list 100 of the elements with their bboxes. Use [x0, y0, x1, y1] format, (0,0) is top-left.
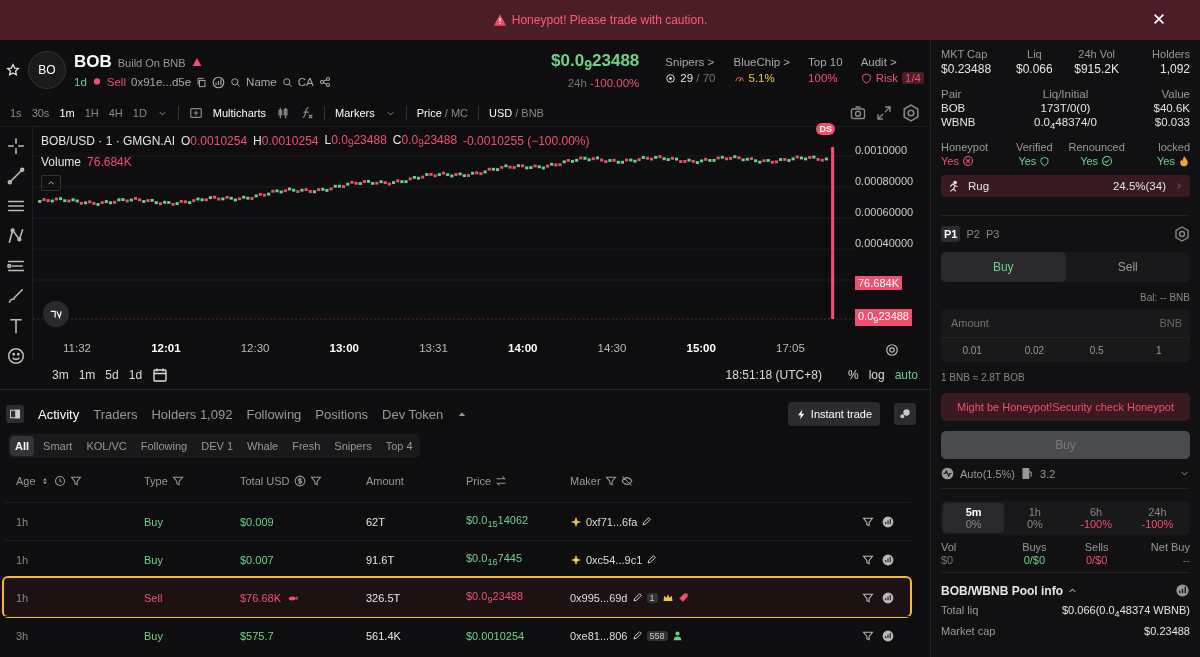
trader-filter-chip[interactable]: Snipers [329, 436, 377, 456]
interval-tab[interactable]: 1s [10, 107, 22, 119]
price-mode-toggle[interactable]: Price [416, 107, 442, 119]
audit-value: Yes [1157, 155, 1175, 168]
token-price: $0.0$_{9}$23488 [551, 51, 640, 74]
quick-amount-button[interactable]: 0.01 [941, 344, 1004, 356]
currency-toggle[interactable]: BNB [521, 107, 544, 119]
filter-icon [862, 553, 874, 566]
trader-filter-chip[interactable]: All [10, 436, 35, 456]
audit-value: Yes [941, 155, 959, 168]
stat-label[interactable]: Top 10 [808, 56, 843, 68]
settings-icon [1174, 226, 1190, 243]
column-header[interactable]: Amount [366, 475, 404, 487]
interval-tab[interactable]: 1H [84, 107, 99, 119]
instant-trade-button[interactable]: Instant trade [787, 402, 880, 426]
multicharts-button[interactable]: Multicharts [212, 107, 267, 119]
shield-icon [860, 72, 872, 84]
activity-tab[interactable]: Following [246, 406, 302, 422]
settings-icon [902, 104, 920, 122]
markers-dropdown[interactable]: Markers [335, 107, 375, 119]
chart-logo-icon [882, 629, 894, 642]
price-change: -100.00% [590, 76, 640, 89]
maker-address[interactable]: 0xc54...9c1 [586, 553, 643, 566]
preset-tab[interactable]: P3 [985, 228, 1000, 241]
maker-address[interactable]: 0x995...69d [570, 591, 628, 604]
maker-address[interactable]: 0xf71...6fa [586, 515, 638, 528]
interval-tab[interactable]: 30s [31, 107, 50, 119]
trade-row[interactable]: 3h Buy $575.7 561.4K $0.0010254 0xe81...806 558 [4, 616, 910, 654]
column-header[interactable]: Price [466, 475, 492, 487]
activity-tab[interactable]: Traders [93, 406, 138, 422]
pool-info-title[interactable]: BOB/WBNB Pool info [941, 583, 1063, 598]
gas-setting[interactable]: 3.2 [1040, 467, 1056, 480]
text-tool-icon [7, 317, 25, 335]
activity-tab[interactable]: Dev Token [382, 406, 444, 422]
pool-label: Total liq [941, 604, 979, 619]
trade-row[interactable]: 1h Sell $76.68K 326.5T $0.0$_{9}$23488 0x995...69d 1 [4, 578, 910, 616]
bubble-map-button[interactable] [894, 403, 916, 425]
scale-option[interactable]: auto [894, 368, 918, 382]
maker-address[interactable]: 0xe81...806 [570, 629, 628, 642]
range-button[interactable]: 1m [78, 368, 96, 382]
search-link[interactable]: Name [246, 76, 277, 88]
stat-label[interactable]: BlueChip > [733, 56, 791, 68]
time-axis-label: 13:00 [329, 342, 359, 354]
range-button[interactable]: 5d [105, 368, 119, 382]
stat-label[interactable]: Audit > [860, 56, 924, 68]
period-tab[interactable]: 5m 0% [943, 503, 1005, 534]
stat-value: Risk [875, 72, 898, 84]
amount-unit: BNB [1159, 317, 1182, 330]
rug-bar[interactable]: Rug 24.5%(34) [941, 175, 1190, 198]
interval-tab[interactable]: 1D [132, 107, 147, 119]
preset-tab[interactable]: P1 [941, 226, 961, 243]
total-cell: $0.007 [240, 553, 274, 566]
chart-legend: BOB/USD · 1 · GMGN.AI [41, 134, 175, 149]
shield-icon [1039, 155, 1051, 167]
column-header[interactable]: Maker [570, 475, 601, 487]
trade-side-tab[interactable]: Sell [1065, 252, 1190, 283]
quick-amount-button[interactable]: 0.02 [1003, 344, 1066, 356]
interval-tab[interactable]: 1m [59, 107, 75, 119]
slippage-setting[interactable]: Auto(1.5%) [960, 467, 1016, 480]
column-header[interactable]: Total USD [240, 475, 290, 487]
stat-label[interactable]: Snipers > [665, 56, 716, 68]
period-tab[interactable]: 1h 0% [1004, 503, 1066, 534]
preset-tab[interactable]: P2 [966, 228, 980, 241]
column-header[interactable]: Age [16, 475, 36, 487]
trader-filter-chip[interactable]: DEV 1 [196, 436, 239, 456]
panel-toggle-button[interactable] [6, 405, 24, 423]
trader-filter-chip[interactable]: Smart [38, 436, 78, 456]
quick-amount-button[interactable]: 0.5 [1065, 344, 1128, 356]
trader-filter-chip[interactable]: Whale [242, 436, 284, 456]
flow-label: Vol [941, 541, 958, 554]
trader-filter-chip[interactable]: Top 4 [380, 436, 418, 456]
activity-tab[interactable]: Holders 1,092 [151, 406, 233, 422]
age-cell-text: 3h [16, 629, 30, 642]
column-header[interactable]: Type [144, 475, 168, 487]
activity-tab[interactable]: Activity [38, 406, 80, 422]
trader-filter-chip[interactable]: Following [135, 436, 193, 456]
range-button[interactable]: 3m [52, 368, 69, 382]
range-button[interactable]: 1d [128, 368, 143, 382]
contract-address[interactable]: 0x91e...d5e [131, 76, 192, 88]
currency-toggle[interactable]: USD [489, 107, 513, 119]
trade-side-tab[interactable]: Buy [941, 252, 1066, 283]
token-age: 1d [74, 76, 87, 88]
price-mode-toggle[interactable]: MC [450, 107, 468, 119]
quick-amount-button[interactable]: 1 [1127, 344, 1190, 356]
period-tab[interactable]: 6h -100% [1065, 503, 1127, 534]
activity-tab[interactable]: Positions [315, 406, 369, 422]
scale-option[interactable]: % [847, 368, 859, 382]
trade-row[interactable]: 1h Buy $0.009 62T $0.0$_{15}$14062 0xf71...6fa [4, 502, 910, 540]
scale-option[interactable]: log [868, 368, 885, 382]
trader-filter-chip[interactable]: Fresh [287, 436, 326, 456]
flow-label: Sells [1083, 541, 1110, 554]
amount-cell-text: 62T [366, 515, 386, 528]
search-link[interactable]: CA [297, 76, 314, 88]
amount-field[interactable]: Amount [949, 316, 1160, 331]
separator-slash: / [444, 107, 448, 119]
interval-tab[interactable]: 4H [108, 107, 123, 119]
period-tab[interactable]: 24h -100% [1126, 503, 1188, 534]
trader-filter-chip[interactable]: KOL/VC [81, 436, 132, 456]
cross-circle-icon [961, 155, 974, 168]
flow-value: 0/$0 [1022, 554, 1047, 567]
